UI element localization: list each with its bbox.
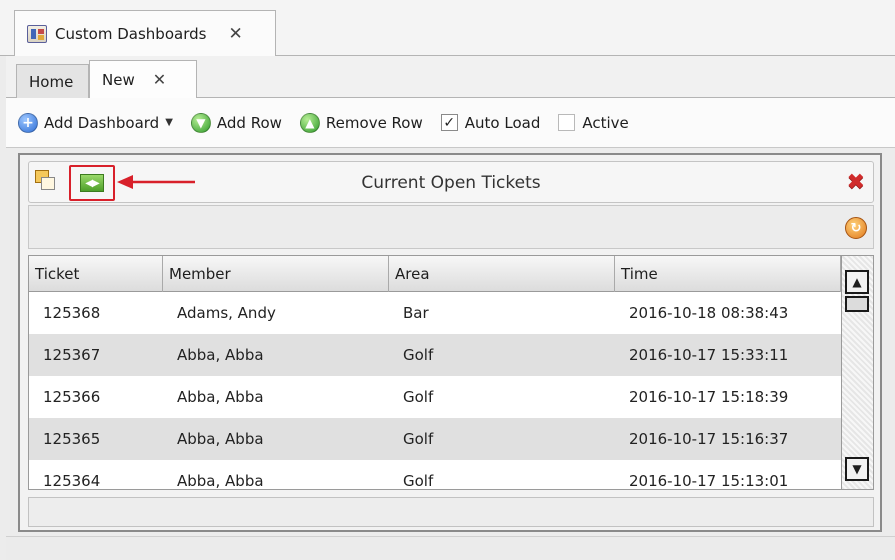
column-header-time[interactable]: Time	[615, 256, 841, 292]
up-arrow-icon: ▲	[299, 112, 320, 133]
panel-footer	[28, 497, 874, 527]
column-header-area[interactable]: Area	[389, 256, 615, 292]
cell-ticket: 125368	[43, 304, 101, 322]
close-icon[interactable]: ✕	[228, 24, 242, 44]
toolbar: + Add Dashboard ▼ ▼ Add Row ▲ Remove Row…	[6, 98, 895, 148]
cell-member: Abba, Abba	[177, 430, 264, 448]
auto-load-checkbox[interactable]: ✓ Auto Load	[440, 113, 541, 132]
table-row[interactable]: 125368 Adams, Andy Bar 2016-10-18 08:38:…	[29, 292, 841, 334]
grid-body: 125368 Adams, Andy Bar 2016-10-18 08:38:…	[29, 292, 841, 489]
resize-button-highlight[interactable]: ◀▶	[69, 165, 115, 201]
dashboard-app-icon	[27, 25, 47, 43]
cell-time: 2016-10-18 08:38:43	[629, 304, 789, 322]
cell-area: Golf	[403, 388, 434, 406]
panel-header: ◀▶ Current Open Tickets ✖	[28, 161, 874, 203]
table-row[interactable]: 125365 Abba, Abba Golf 2016-10-17 15:16:…	[29, 418, 841, 460]
copy-icon[interactable]	[35, 170, 57, 192]
vertical-scrollbar[interactable]: ▲ ▼	[841, 256, 873, 489]
cell-member: Abba, Abba	[177, 388, 264, 406]
cell-ticket: 125365	[43, 430, 101, 448]
cell-area: Golf	[403, 472, 434, 489]
cell-member: Abba, Abba	[177, 472, 264, 489]
active-check-box[interactable]	[558, 114, 576, 131]
auto-load-label: Auto Load	[464, 113, 541, 132]
add-dashboard-button[interactable]: + Add Dashboard ▼	[18, 112, 173, 133]
delete-icon[interactable]: ✖	[847, 170, 865, 195]
refresh-icon[interactable]: ↻	[845, 217, 867, 239]
add-row-label: Add Row	[216, 113, 282, 132]
tab-new[interactable]: New ✕	[89, 60, 197, 98]
active-label: Active	[582, 113, 629, 132]
cell-time: 2016-10-17 15:13:01	[629, 472, 789, 489]
window-tab-strip: Custom Dashboards ✕	[0, 0, 895, 57]
down-arrow-icon: ▼	[190, 112, 211, 133]
cell-member: Abba, Abba	[177, 346, 264, 364]
bottom-area	[6, 536, 895, 560]
cell-ticket: 125366	[43, 388, 101, 406]
cell-time: 2016-10-17 15:16:37	[629, 430, 789, 448]
add-icon: +	[18, 112, 38, 133]
tickets-grid: Ticket Member Area Time 125368 Adams, An…	[28, 255, 874, 490]
table-row[interactable]: 125367 Abba, Abba Golf 2016-10-17 15:33:…	[29, 334, 841, 376]
cell-time: 2016-10-17 15:33:11	[629, 346, 789, 364]
add-dashboard-label: Add Dashboard	[44, 113, 160, 132]
remove-row-label: Remove Row	[325, 113, 423, 132]
close-tab-icon[interactable]: ✕	[153, 70, 166, 89]
tab-new-label: New	[102, 70, 135, 89]
cell-time: 2016-10-17 15:18:39	[629, 388, 789, 406]
remove-row-button[interactable]: ▲ Remove Row	[299, 112, 423, 133]
cell-area: Golf	[403, 346, 434, 364]
scroll-up-icon[interactable]: ▲	[845, 270, 869, 294]
cell-area: Golf	[403, 430, 434, 448]
dashboard-panel: ◀▶ Current Open Tickets ✖ ↻ Ticket Membe…	[18, 153, 882, 532]
grid-header: Ticket Member Area Time	[29, 256, 841, 292]
cell-ticket: 125367	[43, 346, 101, 364]
auto-load-check-icon[interactable]: ✓	[440, 114, 458, 131]
table-row[interactable]: 125366 Abba, Abba Golf 2016-10-17 15:18:…	[29, 376, 841, 418]
annotation-arrow-icon	[117, 175, 195, 189]
panel-subbar: ↻	[28, 205, 874, 249]
table-row[interactable]: 125364 Abba, Abba Golf 2016-10-17 15:13:…	[29, 460, 841, 489]
tab-home[interactable]: Home	[16, 64, 89, 98]
window-tab-title: Custom Dashboards	[55, 25, 207, 43]
chevron-down-icon[interactable]: ▼	[165, 117, 173, 128]
dashboard-tab-strip: Home New ✕	[6, 56, 895, 98]
tab-custom-dashboards[interactable]: Custom Dashboards ✕	[14, 10, 276, 57]
active-checkbox[interactable]: Active	[558, 113, 629, 132]
cell-member: Adams, Andy	[177, 304, 276, 322]
column-header-ticket[interactable]: Ticket	[29, 256, 163, 292]
tab-home-label: Home	[29, 72, 74, 91]
cell-ticket: 125364	[43, 472, 101, 489]
resize-columns-icon: ◀▶	[80, 174, 104, 192]
scroll-thumb[interactable]	[845, 296, 869, 312]
add-row-button[interactable]: ▼ Add Row	[190, 112, 282, 133]
cell-area: Bar	[403, 304, 429, 322]
column-header-member[interactable]: Member	[163, 256, 389, 292]
scroll-down-icon[interactable]: ▼	[845, 457, 869, 481]
